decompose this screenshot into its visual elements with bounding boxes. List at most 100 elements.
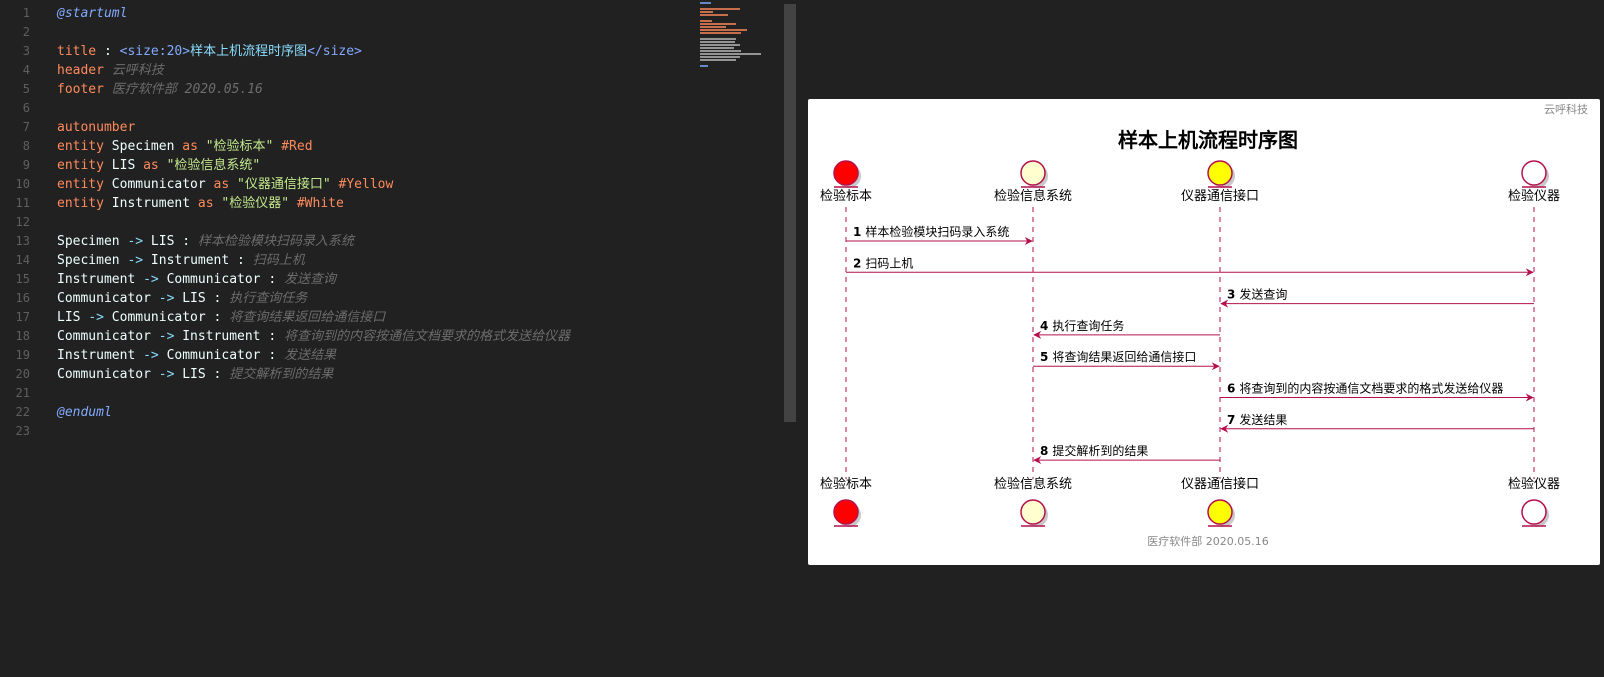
code-token: #Yellow [338,177,394,192]
code-line[interactable]: 9 entity LIS as "检验信息系统" [0,156,690,175]
code-token: "检验标本" [197,139,282,154]
code-line[interactable]: 15 Instrument -> Communicator : 发送查询 [0,270,690,289]
code-line[interactable]: 18 Communicator -> Instrument : 将查询到的内容按通… [0,327,690,346]
code-token: 医疗软件部 2020.05.16 [103,82,263,97]
code-token: Communicator : [158,348,284,363]
message-number: 6 [1227,382,1235,396]
code-line[interactable]: 19 Instrument -> Communicator : 发送结果 [0,346,690,365]
code-editor[interactable]: 1 @startuml 2 3 title : <size:20>样本上机流程时序图</… [0,0,796,677]
line-text: Communicator -> Instrument : 将查询到的内容按通信文… [57,327,570,346]
code-line[interactable]: 5 footer 医疗软件部 2020.05.16 [0,80,690,99]
code-token: Instrument : [143,253,253,268]
code-token: </size> [307,44,362,59]
minimap-line [700,41,735,43]
minimap-line [700,44,740,46]
code-token: 样本上机流程时序图 [190,44,308,59]
code-line[interactable]: 21 [0,384,690,403]
plantuml-editor-app: 1 @startuml 2 3 title : <size:20>样本上机流程时序图</… [0,0,1604,677]
line-number: 19 [15,348,30,362]
minimap-line [700,14,728,16]
code-line[interactable]: 11 entity Instrument as "检验仪器" #White [0,194,690,213]
message-label: 2 扫码上机 [853,256,913,270]
line-number: 6 [22,101,30,115]
code-lines[interactable]: 1 @startuml 2 3 title : <size:20>样本上机流程时序图</… [0,4,690,441]
line-number: 20 [15,367,30,381]
entity-icon-bottom [1207,499,1233,525]
code-token: -> [127,234,144,249]
code-token: -> [158,291,175,306]
code-token: Instrument [57,348,144,363]
code-line[interactable]: 23 [0,422,690,441]
participant-label-bottom: 检验信息系统 [994,476,1072,492]
code-line[interactable]: 2 [0,23,690,42]
code-token: autonumber [57,120,136,135]
code-token: "检验仪器" [213,196,297,211]
code-token: 云呼科技 [103,63,164,78]
code-line[interactable]: 8 entity Specimen as "检验标本" #Red [0,137,690,156]
line-text: entity LIS as "检验信息系统" [57,156,260,175]
minimap-line [700,38,736,40]
code-token: Specimen [57,253,128,268]
code-line[interactable]: 14 Specimen -> Instrument : 扫码上机 [0,251,690,270]
code-token: @startuml [57,6,128,21]
message-number: 1 [853,225,861,239]
entity-icon-top [1521,160,1547,186]
code-line[interactable]: 13 Specimen -> LIS : 样本检验模块扫码录入系统 [0,232,690,251]
code-line[interactable]: 17 LIS -> Communicator : 将查询结果返回给通信接口 [0,308,690,327]
code-token: as [143,158,159,173]
code-token: title [57,44,97,59]
line-number: 2 [22,25,30,39]
code-line[interactable]: 1 @startuml [0,4,690,23]
entity-icon-top [833,160,859,186]
code-line[interactable]: 4 header 云呼科技 [0,61,690,80]
code-line[interactable]: 10 entity Communicator as "仪器通信接口" #Yello… [0,175,690,194]
code-token: Instrument : [174,329,284,344]
minimap[interactable] [700,2,776,67]
code-token: Communicator [57,329,159,344]
minimap-line [700,11,714,13]
line-number: 16 [15,291,30,305]
line-text: LIS -> Communicator : 将查询结果返回给通信接口 [57,308,385,327]
code-line[interactable]: 22 @enduml [0,403,690,422]
code-token: entity [57,196,104,211]
line-text: Instrument -> Communicator : 发送结果 [57,346,336,365]
code-line[interactable]: 12 [0,213,690,232]
code-token: -> [158,329,175,344]
line-text: Communicator -> LIS : 执行查询任务 [57,289,307,308]
diagram-header: 云呼科技 [1544,102,1588,116]
code-token: Specimen [103,139,183,154]
entity-icon-bottom [833,499,859,525]
code-line[interactable]: 3 title : <size:20>样本上机流程时序图</size> [0,42,690,61]
code-line[interactable]: 6 [0,99,690,118]
code-line[interactable]: 20 Communicator -> LIS : 提交解析到的结果 [0,365,690,384]
code-line[interactable]: 7 autonumber [0,118,690,137]
code-token: #White [296,196,344,211]
editor-scrollbar[interactable] [784,4,796,422]
participant-label-top: 检验信息系统 [994,188,1072,204]
minimap-line [700,20,712,22]
message-number: 2 [853,256,861,270]
diagram-preview: 云呼科技 样本上机流程时序图 医疗软件部 2020.05.16 检验标本 检验标本 检验信… [808,99,1600,565]
code-token: -> [127,253,144,268]
message-number: 7 [1227,413,1235,427]
minimap-line [700,29,747,31]
line-number: 18 [15,329,30,343]
line-text: @enduml [57,403,112,422]
sequence-diagram: 云呼科技样本上机流程时序图医疗软件部 2020.05.16检验标本检验标本检验信… [820,102,1588,548]
code-token: 扫码上机 [252,253,305,268]
line-text: entity Instrument as "检验仪器" #White [57,194,344,213]
message-text: 发送结果 [1239,412,1287,427]
message-number: 5 [1040,350,1048,364]
line-number: 14 [15,253,30,267]
minimap-line [700,59,736,61]
code-line[interactable]: 16 Communicator -> LIS : 执行查询任务 [0,289,690,308]
line-text: @startuml [57,4,127,23]
message-text: 样本检验模块扫码录入系统 [865,224,1009,239]
message-number: 8 [1040,444,1048,458]
minimap-line [700,32,741,34]
diagram-footer: 医疗软件部 2020.05.16 [1147,534,1268,548]
code-token: footer [57,82,104,97]
code-token: @enduml [57,405,112,420]
code-token: "检验信息系统" [158,158,261,173]
code-token: -> [143,348,159,363]
